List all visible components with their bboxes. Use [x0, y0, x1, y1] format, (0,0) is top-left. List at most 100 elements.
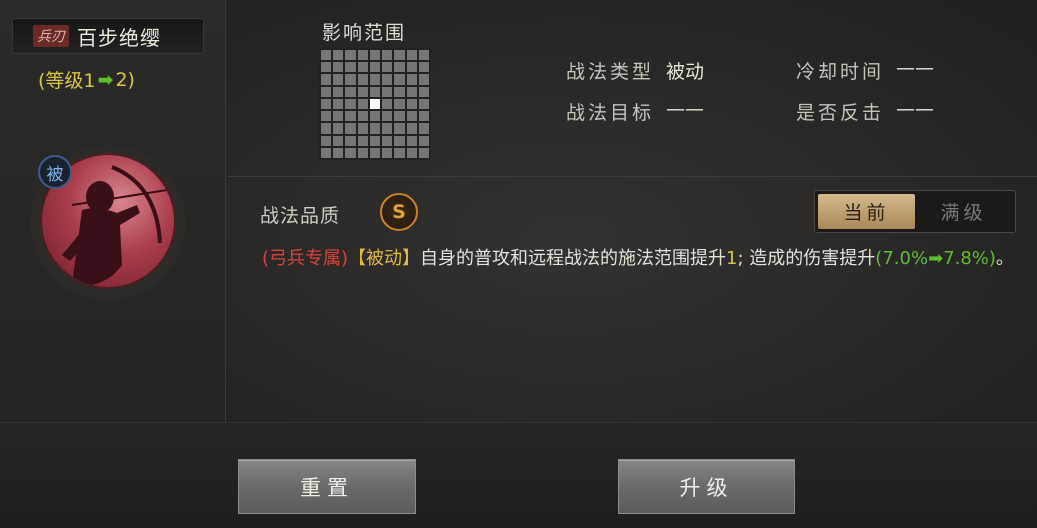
range-cell [357, 135, 368, 146]
range-cell [382, 98, 393, 110]
range-cell [357, 50, 368, 61]
range-cell [382, 111, 393, 122]
range-cell [418, 50, 429, 61]
range-cell [357, 111, 368, 122]
range-cell [345, 74, 356, 85]
range-cell [321, 74, 332, 85]
attr-skill-target: 战法目标 —— [566, 98, 704, 125]
range-cell [394, 86, 405, 97]
range-cell [333, 147, 344, 158]
range-cell [382, 135, 393, 146]
attr-value: —— [666, 98, 705, 120]
range-cell [418, 135, 429, 146]
range-cell [321, 86, 332, 97]
range-cell [333, 50, 344, 61]
reset-button[interactable]: 重置 [238, 459, 416, 514]
range-cell [418, 147, 429, 158]
range-cell [406, 123, 417, 134]
range-cell [406, 135, 417, 146]
range-cell [357, 62, 368, 73]
range-cell [418, 62, 429, 73]
desc-pct-to: 7.8%) [943, 248, 996, 269]
range-cell [369, 111, 381, 122]
skill-name: 百步绝缨 [77, 25, 161, 50]
range-cell [394, 62, 405, 73]
desc-range-value: 1 [726, 248, 738, 269]
range-cell [394, 111, 405, 122]
upgrade-button[interactable]: 升级 [618, 459, 795, 514]
range-cell [394, 74, 405, 85]
range-cell [357, 74, 368, 85]
range-cell [369, 74, 381, 85]
divider [228, 176, 1037, 177]
level-toggle: 当前 满级 [814, 190, 1016, 233]
attr-label: 是否反击 [796, 102, 885, 124]
range-cell [394, 50, 405, 61]
range-cell [394, 135, 405, 146]
range-cell [321, 123, 332, 134]
range-cell [345, 135, 356, 146]
range-cell [321, 147, 332, 158]
range-cell [406, 86, 417, 97]
attr-label: 冷却时间 [796, 61, 885, 83]
level-arrow-icon: ➡ [97, 68, 114, 91]
tab-current[interactable]: 当前 [818, 194, 915, 229]
range-cell [418, 111, 429, 122]
attr-value: —— [896, 98, 935, 120]
range-cell [321, 98, 332, 110]
range-cell [369, 123, 381, 134]
desc-text: 自身的普攻和远程战法的施法范围提升 [420, 248, 727, 269]
range-cell [406, 50, 417, 61]
range-cell [321, 50, 332, 61]
range-cell [333, 111, 344, 122]
range-cell [406, 111, 417, 122]
range-cell [333, 74, 344, 85]
attr-label: 战法目标 [566, 102, 655, 124]
tab-max-level[interactable]: 满级 [915, 194, 1012, 229]
desc-exclusive-tag: (弓兵专属) [262, 248, 349, 269]
quality-label: 战法品质 [260, 205, 341, 227]
range-cell [406, 98, 417, 110]
range-cell [406, 147, 417, 158]
range-cell [394, 98, 405, 110]
range-cell [321, 111, 332, 122]
range-cell [418, 86, 429, 97]
range-cell [345, 50, 356, 61]
range-cell [394, 123, 405, 134]
range-cell [333, 62, 344, 73]
range-cell [333, 98, 344, 110]
range-cell [382, 50, 393, 61]
range-cell [418, 123, 429, 134]
range-cell [418, 74, 429, 85]
range-cell [406, 74, 417, 85]
attr-value: 被动 [666, 61, 705, 83]
range-cell [369, 86, 381, 97]
desc-pct-from: (7.0% [875, 248, 929, 269]
range-cell [357, 98, 368, 110]
range-cell [357, 86, 368, 97]
attr-cooldown: 冷却时间 —— [796, 57, 934, 84]
range-cell [333, 86, 344, 97]
range-cell [418, 98, 429, 110]
range-cell [321, 135, 332, 146]
range-cell [345, 123, 356, 134]
range-cell [357, 147, 368, 158]
range-cell [345, 62, 356, 73]
range-cell [333, 135, 344, 146]
range-cell [369, 147, 381, 158]
range-cell [369, 62, 381, 73]
range-cell-self [369, 98, 381, 110]
desc-type-tag: 【被动】 [348, 248, 421, 269]
range-cell [345, 98, 356, 110]
range-title: 影响范围 [322, 22, 407, 44]
bottom-bar [0, 422, 1037, 528]
level-from: (等级1 [38, 70, 96, 92]
range-cell [369, 135, 381, 146]
skill-description: (弓兵专属)【被动】自身的普攻和远程战法的施法范围提升1; 造成的伤害提升(7.… [262, 243, 1022, 274]
skill-level-change: (等级1 ➡ 2) [38, 66, 135, 93]
range-cell [369, 50, 381, 61]
attr-counterattack: 是否反击 —— [796, 98, 934, 125]
desc-text: ; 造成的伤害提升 [737, 248, 876, 269]
range-cell [321, 62, 332, 73]
range-cell [333, 123, 344, 134]
